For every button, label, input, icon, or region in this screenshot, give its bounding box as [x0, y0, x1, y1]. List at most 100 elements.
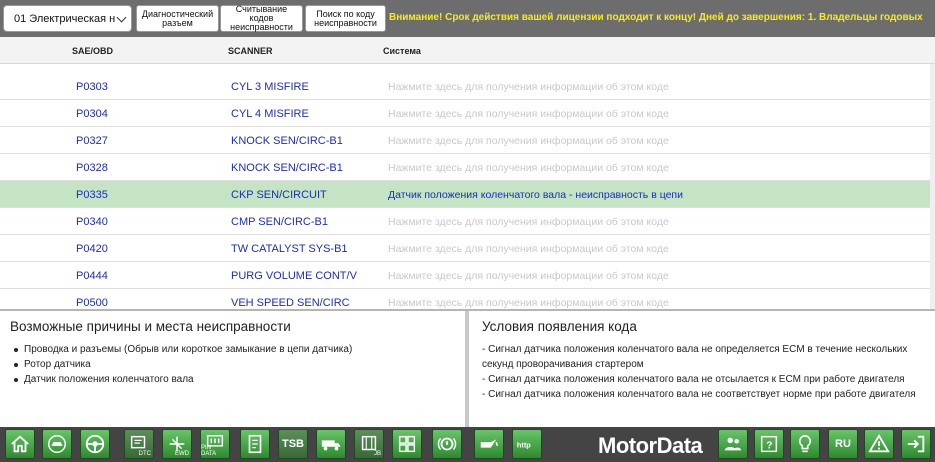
dtc-code[interactable]: P0444: [76, 270, 108, 282]
list-item: Датчик положения коленчатого вала: [10, 372, 352, 387]
table-row[interactable]: P0327 KNOCK SEN/CIRC-B1 Нажмите здесь дл…: [0, 127, 935, 154]
table-row[interactable]: P0444 PURG VOLUME CONT/V Нажмите здесь д…: [0, 262, 935, 289]
column-sae-obd[interactable]: SAE/OBD: [72, 46, 113, 56]
vehicle-icon: [48, 435, 66, 453]
system-description[interactable]: Нажмите здесь для получения информации о…: [388, 108, 669, 120]
tips-button[interactable]: [790, 429, 820, 459]
people-button[interactable]: [718, 429, 748, 459]
exit-icon: [907, 435, 925, 453]
steering-wheel-icon: [85, 434, 105, 454]
scanner-name[interactable]: CKP SEN/CIRCUIT: [231, 189, 327, 201]
scanner-name[interactable]: CYL 4 MISFIRE: [231, 108, 309, 120]
condition-line: - Сигнал датчика положения коленчатого в…: [482, 389, 916, 400]
table-row[interactable]: P0304 CYL 4 MISFIRE Нажмите здесь для по…: [0, 100, 935, 127]
brake-icon: [437, 437, 457, 451]
document-icon: [248, 434, 262, 454]
bottom-toolbar: DTC EWD PIN DATA TSB JB http MotorData ?…: [0, 427, 935, 462]
pin-data-button[interactable]: PIN DATA: [200, 429, 230, 459]
system-select[interactable]: 01 Электрическая н: [3, 5, 132, 32]
search-code-button[interactable]: Поиск по коду неисправности: [305, 5, 386, 32]
steering-button[interactable]: [80, 429, 110, 459]
causes-list: Проводка и разъемы (Обрыв или короткое з…: [10, 342, 352, 387]
table-scrollbar[interactable]: [930, 64, 935, 309]
help-book-button[interactable]: ?: [754, 429, 784, 459]
grid-icon: [398, 435, 416, 453]
http-icon: http: [517, 441, 531, 450]
language-button[interactable]: RU: [828, 429, 858, 459]
system-description[interactable]: Датчик положения коленчатого вала - неис…: [388, 189, 683, 201]
scanner-name[interactable]: VEH SPEED SEN/CIRC: [231, 297, 350, 309]
warning-icon: [868, 433, 890, 453]
brake-button[interactable]: [432, 429, 462, 459]
scanner-name[interactable]: KNOCK SEN/CIRC-B1: [231, 162, 343, 174]
column-scanner[interactable]: SCANNER: [228, 46, 273, 56]
web-button[interactable]: http: [512, 429, 542, 459]
dtc-code[interactable]: P0500: [76, 297, 108, 309]
table-row-selected[interactable]: P0335 CKP SEN/CIRCUIT Датчик положения к…: [0, 181, 935, 208]
table-row[interactable]: P0420 TW CATALYST SYS-B1 Нажмите здесь д…: [0, 235, 935, 262]
column-system[interactable]: Система: [383, 46, 421, 56]
causes-title: Возможные причины и места неисправности: [10, 319, 291, 334]
top-toolbar: 01 Электрическая н Диагностический разъе…: [0, 0, 935, 37]
conditions-text: - Сигнал датчика положения коленчатого в…: [482, 342, 927, 402]
dtc-code[interactable]: P0304: [76, 108, 108, 120]
dtc-code[interactable]: P0328: [76, 162, 108, 174]
table-row[interactable]: P0303 CYL 3 MISFIRE Нажмите здесь для по…: [0, 73, 935, 100]
table-row[interactable]: P0340 CMP SEN/CIRC-B1 Нажмите здесь для …: [0, 208, 935, 235]
system-description[interactable]: Нажмите здесь для получения информации о…: [388, 81, 669, 93]
detail-panels: Возможные причины и места неисправности …: [0, 309, 935, 427]
language-icon: RU: [835, 438, 851, 450]
system-description[interactable]: Нажмите здесь для получения информации о…: [388, 243, 669, 255]
condition-line: - Сигнал датчика положения коленчатого в…: [482, 374, 905, 385]
svg-text:http: http: [517, 441, 531, 450]
scanner-name[interactable]: CYL 3 MISFIRE: [231, 81, 309, 93]
home-button[interactable]: [5, 429, 35, 459]
conditions-title: Условия появления кода: [482, 319, 637, 334]
read-codes-button[interactable]: Считывание кодов неисправности: [220, 5, 303, 32]
truck-icon: [321, 440, 341, 451]
dtc-code[interactable]: P0303: [76, 81, 108, 93]
ewd-label: EWD: [175, 451, 189, 457]
dtc-table: P0303 CYL 3 MISFIRE Нажмите здесь для по…: [0, 73, 935, 309]
scanner-name[interactable]: PURG VOLUME CONT/V: [231, 270, 357, 282]
home-icon: [11, 435, 29, 453]
dtc-code[interactable]: P0335: [76, 189, 108, 201]
grid-button[interactable]: [392, 429, 422, 459]
help-book-icon: ?: [760, 435, 778, 453]
dtc-button[interactable]: DTC: [124, 429, 154, 459]
oil-button[interactable]: [474, 429, 504, 459]
system-description[interactable]: Нажмите здесь для получения информации о…: [388, 135, 669, 147]
warning-button[interactable]: [864, 429, 894, 459]
dtc-code[interactable]: P0327: [76, 135, 108, 147]
dtc-label: DTC: [138, 451, 151, 457]
scanner-name[interactable]: CMP SEN/CIRC-B1: [231, 216, 328, 228]
system-description[interactable]: Нажмите здесь для получения информации о…: [388, 297, 669, 309]
truck-button[interactable]: [316, 429, 346, 459]
condition-line: - Сигнал датчика положения коленчатого в…: [482, 344, 908, 370]
jb-label: JB: [373, 451, 381, 457]
system-description[interactable]: Нажмите здесь для получения информации о…: [388, 216, 669, 228]
dtc-code[interactable]: P0340: [76, 216, 108, 228]
scanner-name[interactable]: KNOCK SEN/CIRC-B1: [231, 135, 343, 147]
causes-panel: Возможные причины и места неисправности …: [0, 311, 465, 427]
exit-button[interactable]: [901, 429, 931, 459]
jb-button[interactable]: JB: [354, 429, 384, 459]
table-header: SAE/OBD SCANNER Система: [0, 37, 935, 64]
brand-logo: MotorData: [598, 433, 703, 458]
lightbulb-icon: [798, 434, 812, 453]
document-button[interactable]: [240, 429, 270, 459]
diagnostic-connector-button[interactable]: Диагностический разъем: [136, 5, 219, 32]
tsb-button[interactable]: TSB: [278, 429, 308, 459]
oil-can-icon: [480, 439, 498, 448]
ewd-button[interactable]: EWD: [162, 429, 192, 459]
table-row[interactable]: P0328 KNOCK SEN/CIRC-B1 Нажмите здесь дл…: [0, 154, 935, 181]
system-description[interactable]: Нажмите здесь для получения информации о…: [388, 162, 669, 174]
table-row[interactable]: P0500 VEH SPEED SEN/CIRC Нажмите здесь д…: [0, 289, 935, 309]
system-description[interactable]: Нажмите здесь для получения информации о…: [388, 270, 669, 282]
chevron-down-icon: [116, 12, 127, 23]
dtc-code[interactable]: P0420: [76, 243, 108, 255]
motordata-window: 01 Электрическая н Диагностический разъе…: [0, 0, 935, 462]
vehicle-button[interactable]: [42, 429, 72, 459]
scanner-name[interactable]: TW CATALYST SYS-B1: [231, 243, 348, 255]
svg-text:?: ?: [766, 441, 772, 452]
